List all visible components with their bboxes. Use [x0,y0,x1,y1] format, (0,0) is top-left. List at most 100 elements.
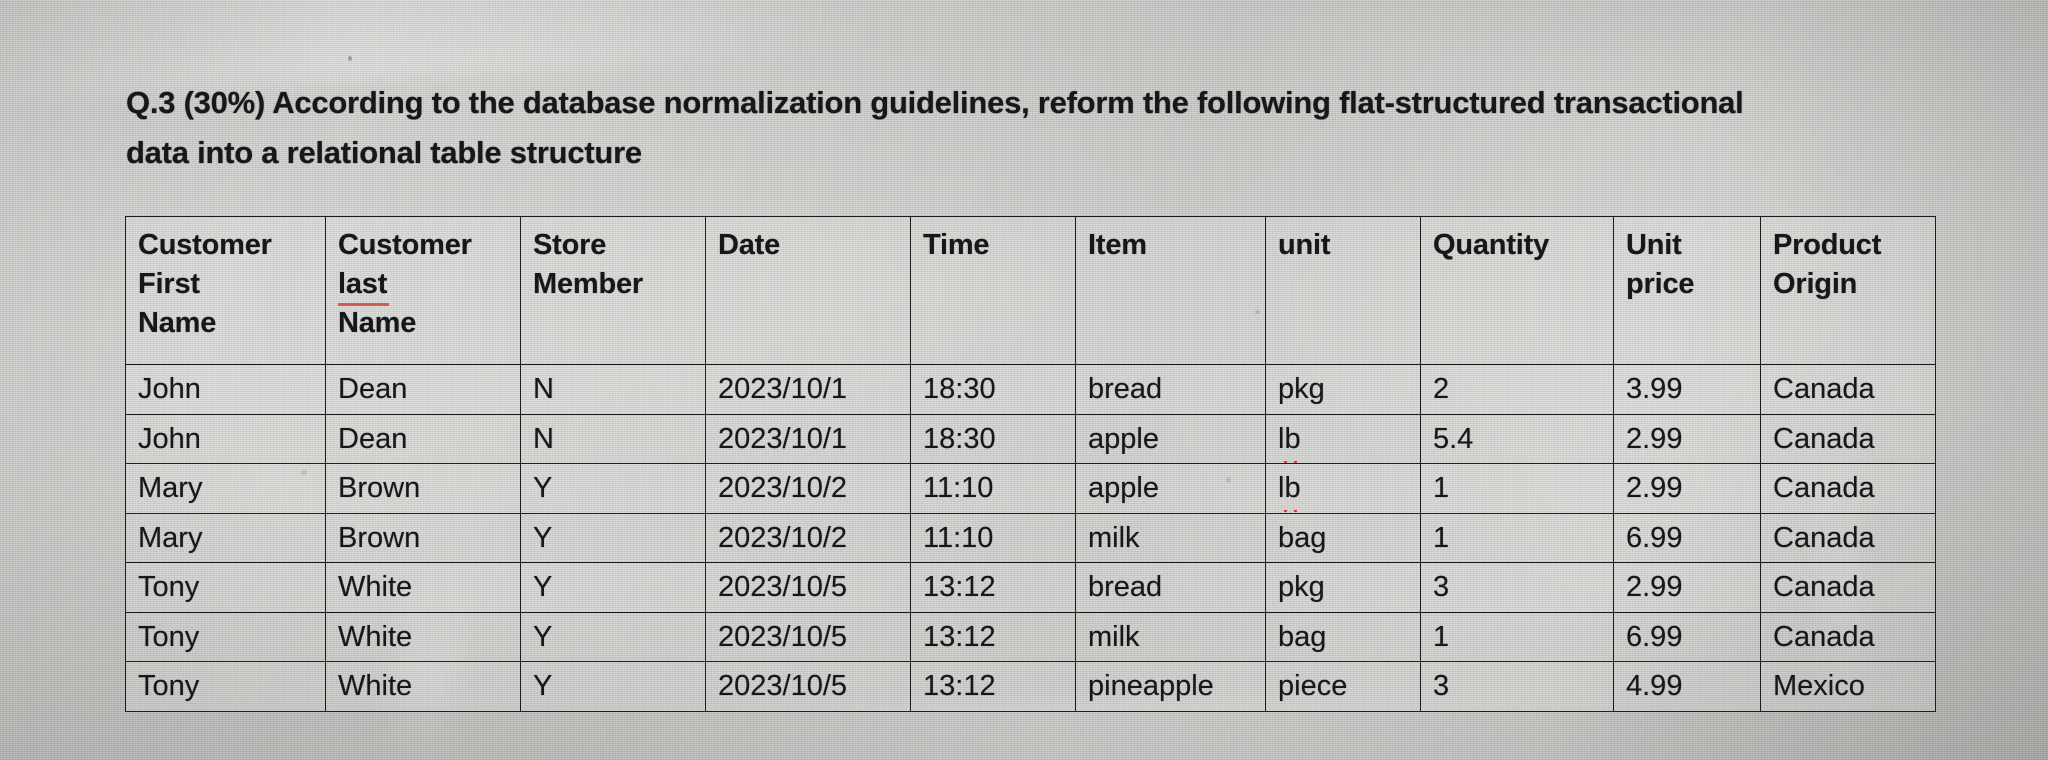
cell-store-member: Y [520,512,706,563]
table-row: John Dean N 2023/10/1 18:30 apple lb 5.4 2.99 Can… [125,413,1936,464]
table-header-row: Customer First Name Customer last Name S… [125,216,1936,365]
cell-value: pkg [1278,571,1325,604]
cell-item: bread [1075,562,1266,613]
column-header-unit-price: Unit price [1613,216,1761,365]
header-line: Member [533,268,643,300]
cell-value: Canada [1773,620,1875,653]
flat-transactional-data-table: Customer First Name Customer last Name S… [125,216,1936,712]
cell-unit-price: 6.99 [1613,512,1761,563]
cell-date: 2023/10/1 [705,364,911,415]
cell-customer-last-name: White [325,562,521,613]
cell-product-origin: Mexico [1760,661,1936,712]
cell-value: 1 [1433,472,1450,505]
cell-value: Mary [138,472,203,505]
cell-time: 13:12 [910,661,1076,712]
cell-value: pineapple [1088,670,1214,703]
cell-value: Canada [1773,472,1875,505]
cell-customer-last-name: Brown [325,512,521,563]
cell-value: 2.99 [1626,422,1683,455]
cell-unit-price: 4.99 [1613,661,1761,712]
header-line: Origin [1773,268,1858,300]
cell-customer-last-name: White [325,661,521,712]
cell-item: milk [1075,611,1266,662]
cell-unit: bag [1265,611,1421,662]
column-header-product-origin: Product Origin [1760,216,1936,365]
cell-value: Y [533,571,553,604]
cell-value: Canada [1773,571,1875,604]
cell-store-member: N [520,413,706,464]
cell-value: 1 [1433,620,1450,653]
cell-product-origin: Canada [1760,413,1936,464]
cell-store-member: N [520,364,706,415]
cell-customer-first-name: Mary [125,463,326,514]
cell-value: apple [1088,422,1159,455]
cell-customer-first-name: John [125,413,326,464]
cell-customer-first-name: Tony [125,611,326,662]
cell-customer-last-name: White [325,611,521,662]
cell-value: Canada [1773,521,1875,554]
cell-value: Brown [338,472,421,505]
header-line: Quantity [1433,229,1550,261]
header-line: Date [718,229,781,261]
cell-item: apple [1075,413,1266,464]
table-body: John Dean N 2023/10/1 18:30 bread pkg 2 3.99 Cana… [125,364,1936,712]
cell-store-member: Y [520,661,706,712]
cell-value: 2.99 [1626,472,1683,505]
cell-value: 3 [1433,670,1450,703]
cell-date: 2023/10/5 [705,611,911,662]
cell-product-origin: Canada [1760,364,1936,415]
cell-value: Tony [138,670,200,703]
cell-item: bread [1075,364,1266,415]
cell-value: bread [1088,571,1163,604]
cell-value: 6.99 [1626,521,1683,554]
cell-value: bag [1278,521,1327,554]
header-line: Customer [338,229,472,261]
cell-value: 2023/10/2 [718,472,848,505]
cell-value: Tony [138,620,200,653]
cell-unit: lb [1265,413,1421,464]
cell-value: Y [533,472,553,505]
cell-quantity: 1 [1420,463,1614,514]
cell-product-origin: Canada [1760,463,1936,514]
cell-unit: lb [1265,463,1421,514]
cell-quantity: 5.4 [1420,413,1614,464]
column-header-date: Date [705,216,911,365]
cell-value: bag [1278,620,1327,653]
cell-value: John [138,422,201,455]
cell-unit: bag [1265,512,1421,563]
cell-customer-first-name: Mary [125,512,326,563]
cell-value: 2.99 [1626,571,1683,604]
cell-value: N [533,422,554,455]
cell-value: Mary [138,521,203,554]
cell-value: milk [1088,620,1140,653]
cell-unit: piece [1265,661,1421,712]
cell-unit-price: 2.99 [1613,463,1761,514]
cell-product-origin: Canada [1760,512,1936,563]
cell-unit-price: 6.99 [1613,611,1761,662]
table-row: Mary Brown Y 2023/10/2 11:10 apple lb 1 2.99 Cana… [125,463,1936,514]
header-line: unit [1278,229,1331,261]
cell-value: Canada [1773,422,1875,455]
cell-value: lb [1278,465,1303,513]
cell-value: 2023/10/5 [718,670,848,703]
cell-value: Y [533,620,553,653]
cell-time: 18:30 [910,413,1076,464]
column-header-item: Item [1075,216,1266,365]
cell-value: 2023/10/5 [718,571,848,604]
cell-customer-last-name: Dean [325,364,521,415]
cell-value: 13:12 [923,620,996,653]
cell-value: 2023/10/1 [718,422,848,455]
cell-time: 11:10 [910,512,1076,563]
cell-value: Y [533,670,553,703]
header-line: Time [923,229,990,261]
cell-value: milk [1088,521,1140,554]
column-header-customer-last-name: Customer last Name [325,216,521,365]
cell-date: 2023/10/1 [705,413,911,464]
cell-value: White [338,571,413,604]
cell-date: 2023/10/5 [705,661,911,712]
cell-date: 2023/10/2 [705,512,911,563]
cell-unit-price: 3.99 [1613,364,1761,415]
question-prompt: Q.3 (30%) According to the database norm… [126,78,1936,178]
cell-customer-first-name: John [125,364,326,415]
cell-value: 2023/10/2 [718,521,848,554]
